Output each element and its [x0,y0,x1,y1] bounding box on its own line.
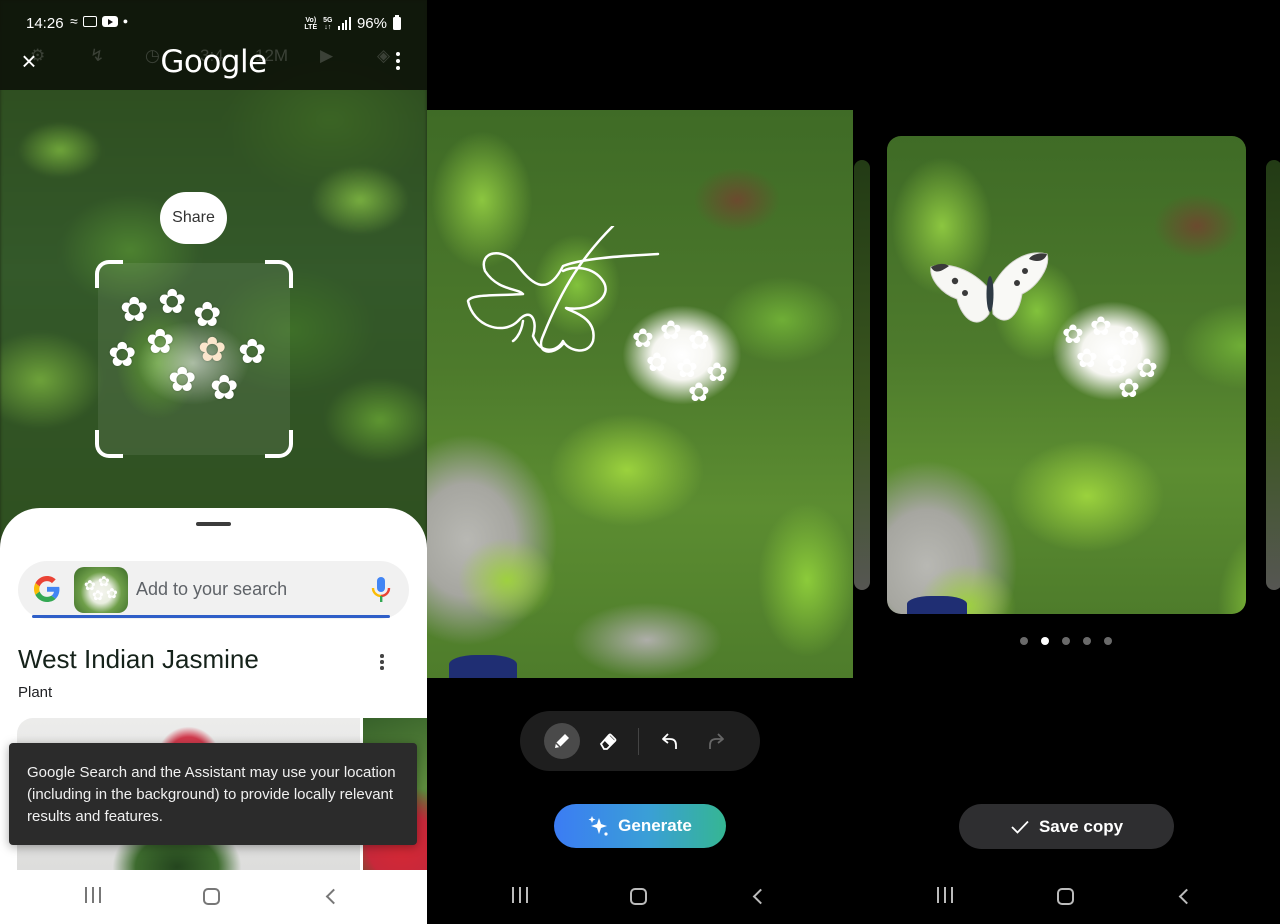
location-toast: Google Search and the Assistant may use … [9,743,417,845]
back-icon[interactable] [1178,887,1195,909]
previous-result-peek[interactable] [854,160,870,590]
gallery-notification-icon [82,15,97,27]
page-dot-3[interactable] [1062,637,1070,645]
lens-crop-selection[interactable]: ✿ ✿ ✿ ✿ ✿ ✿ ✿ ✿ ✿ [95,260,293,458]
flower-petal-icon: ✿ [108,336,137,374]
crop-handle-top-right[interactable] [265,260,293,288]
navigation-bar [427,870,854,924]
status-time: 14:26 [26,15,64,32]
sparkle-icon [588,816,608,836]
battery-percent: 96% [356,15,387,32]
recents-icon[interactable] [85,887,101,909]
google-g-icon [34,576,60,602]
page-dot-1[interactable] [1020,637,1028,645]
search-image-thumbnail[interactable]: ✿ ✿ ✿ ✿ [74,567,128,613]
search-input[interactable]: ✿ ✿ ✿ ✿ Add to your search [18,561,409,619]
undo-button[interactable] [652,723,688,759]
pencil-icon [555,734,569,748]
share-button[interactable]: Share [160,192,227,244]
home-icon[interactable] [1057,888,1074,910]
flower-petal-icon: ✿ [193,296,222,334]
sheet-drag-handle[interactable] [196,522,231,526]
more-vert-icon[interactable] [391,52,405,76]
flower-petal-icon: ✿ [1118,373,1140,403]
save-copy-button[interactable]: Save copy [959,804,1174,849]
toolbar-divider [638,728,639,755]
selected-flower-region: ✿ ✿ ✿ ✿ ✿ ✿ ✿ ✿ ✿ [98,263,290,455]
back-icon[interactable] [325,887,342,909]
flower-petal-icon: ✿ [146,323,175,361]
flower-petal-icon: ✿ [168,361,197,399]
mic-icon[interactable] [370,576,392,604]
eraser-icon [599,733,617,750]
carousel-page-indicator [1020,637,1112,645]
home-icon[interactable] [630,888,647,910]
navigation-bar [0,870,427,924]
volte-icon: Vo) LTE [304,16,318,31]
jasmine-flowers: ✿ ✿ ✿ ✿ ✿ ✿ ✿ [1052,301,1172,401]
flower-petal-icon: ✿ [92,587,104,603]
flower-petal-icon: ✿ [1076,343,1098,373]
signal-icon [338,16,351,30]
search-placeholder[interactable]: Add to your search [136,579,287,600]
recents-icon[interactable] [937,887,953,909]
sketch-to-image-screen: ✿ ✿ ✿ ✿ ✿ ✿ ✿ Generate [427,0,854,924]
redo-button[interactable] [698,723,734,759]
butterfly-sketch-drawing [466,226,660,353]
drawing-toolbar [520,711,760,771]
flower-petal-icon: ✿ [1118,321,1140,351]
eraser-tool-button[interactable] [590,723,626,759]
search-focus-underline [32,615,390,618]
home-icon[interactable] [203,888,220,910]
check-icon [1011,820,1029,834]
shoe-detail [449,655,517,678]
pen-tool-button[interactable] [544,723,580,759]
result-title[interactable]: West Indian Jasmine [18,644,259,675]
flower-petal-icon: ✿ [210,369,239,407]
status-bar: 14:26 ≈ ● Vo) LTE 5G ↓↑ 96% [0,0,427,46]
google-logo: Google [160,44,267,80]
crop-handle-bottom-right[interactable] [265,430,293,458]
page-dot-4[interactable] [1083,637,1091,645]
result-more-icon[interactable] [377,654,387,672]
editable-photo[interactable]: ✿ ✿ ✿ ✿ ✿ ✿ ✿ [427,110,853,678]
wifi-icon: ≈ [70,13,78,29]
flower-petal-icon: ✿ [688,325,710,355]
page-dot-5[interactable] [1104,637,1112,645]
result-subtitle: Plant [18,684,53,701]
flower-petal-icon: ✿ [688,377,710,407]
flower-petal-icon: ✿ [198,331,227,369]
flower-petal-icon: ✿ [238,333,267,371]
generated-image[interactable]: ✿ ✿ ✿ ✿ ✿ ✿ ✿ [887,136,1246,614]
status-right-icons: Vo) LTE 5G ↓↑ 96% [304,15,401,32]
generated-butterfly [930,252,1049,323]
recents-icon[interactable] [512,887,528,909]
lens-top-bar: 14:26 ≈ ● Vo) LTE 5G ↓↑ 96% ⚙ ↯ ◷ 3:4 12M … [0,0,427,90]
page-dot-2-active[interactable] [1041,637,1049,645]
battery-icon [393,15,401,30]
flower-petal-icon: ✿ [120,291,149,329]
youtube-notification-icon [101,15,118,27]
generate-button[interactable]: Generate [554,804,726,848]
generate-label: Generate [618,816,692,835]
flower-petal-icon: ✿ [158,283,187,321]
flower-petal-icon: ✿ [660,315,682,345]
navigation-bar [854,870,1280,924]
crop-handle-bottom-left[interactable] [95,430,123,458]
next-result-peek[interactable] [1266,160,1280,590]
undo-icon [662,733,677,749]
flower-petal-icon: ✿ [1090,311,1112,341]
5g-icon: 5G ↓↑ [323,16,333,31]
google-lens-screen: 14:26 ≈ ● Vo) LTE 5G ↓↑ 96% ⚙ ↯ ◷ 3:4 12M … [0,0,427,924]
redo-icon [709,733,724,749]
flower-petal-icon: ✿ [106,585,118,601]
shoe-detail [907,596,967,614]
generated-result-screen: ✿ ✿ ✿ ✿ ✿ ✿ ✿ Save copy [854,0,1280,924]
more-notifications-dot-icon: ● [122,16,129,26]
back-icon[interactable] [752,887,769,909]
results-bottom-sheet: ✿ ✿ ✿ ✿ Add to your search West Indian J… [0,508,427,924]
status-left-icons: ≈ ● [70,13,128,29]
crop-handle-top-left[interactable] [95,260,123,288]
save-copy-label: Save copy [1038,816,1124,836]
